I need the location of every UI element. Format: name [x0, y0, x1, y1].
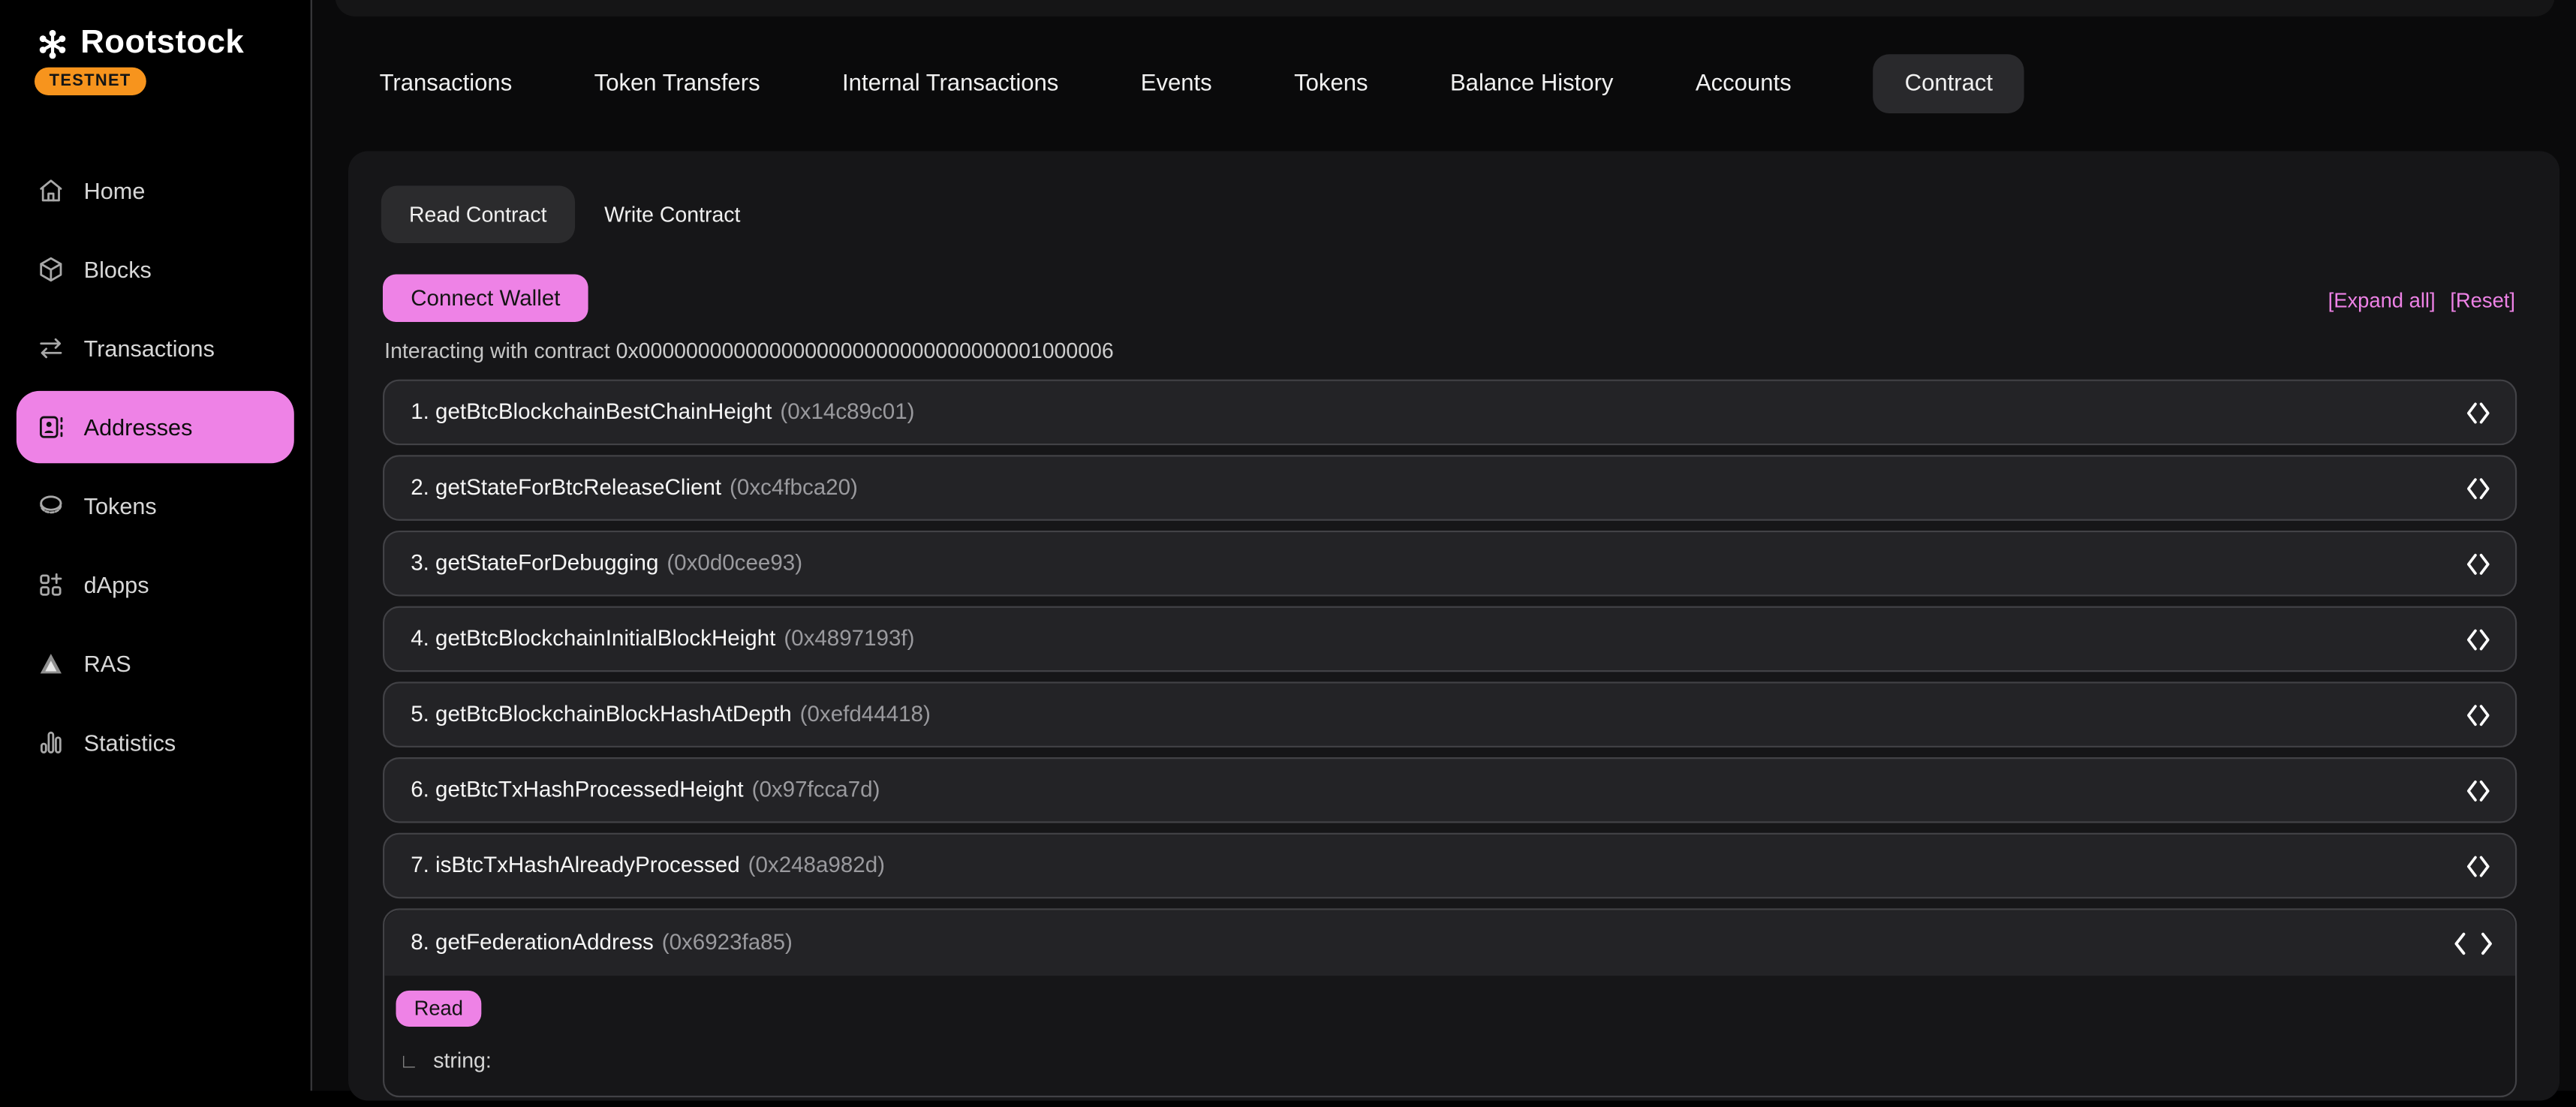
function-name: 5. getBtcBlockchainBlockHashAtDepth [411, 702, 792, 726]
sidebar: Rootstock TESTNET Home Blocks [0, 0, 312, 1090]
tab-token-transfers[interactable]: Token Transfers [594, 71, 760, 97]
function-row-8[interactable]: 8. getFederationAddress (0x6923fa85) [384, 910, 2515, 976]
sidebar-item-label: Blocks [84, 256, 152, 282]
function-signature: (0x0d0cee93) [667, 550, 802, 575]
output-line: ∟ string: [399, 1048, 2493, 1072]
function-signature: (0x4897193f) [784, 626, 914, 651]
tab-balance-history[interactable]: Balance History [1450, 71, 1613, 97]
expand-all-link[interactable]: [Expand all] [2328, 289, 2436, 312]
sidebar-item-blocks[interactable]: Blocks [17, 233, 294, 305]
rootstock-logo[interactable]: Rootstock [35, 25, 244, 62]
reset-link[interactable]: [Reset] [2450, 289, 2515, 312]
contract-subtabs: Read Contract Write Contract [381, 185, 741, 243]
read-button[interactable]: Read [396, 991, 481, 1027]
function-row-2[interactable]: 2. getStateForBtcReleaseClient (0xc4fbca2… [383, 455, 2517, 521]
sidebar-item-tokens[interactable]: Tokens [17, 470, 294, 542]
sidebar-item-label: RAS [84, 651, 131, 677]
sidebar-item-label: dApps [84, 572, 149, 598]
sidebar-item-label: Tokens [84, 493, 157, 519]
sidebar-item-statistics[interactable]: Statistics [17, 706, 294, 778]
addresses-icon [36, 412, 65, 441]
tab-read-contract[interactable]: Read Contract [381, 185, 575, 243]
sidebar-item-dapps[interactable]: dApps [17, 549, 294, 621]
function-row-4[interactable]: 4. getBtcBlockchainInitialBlockHeight (0x… [383, 606, 2517, 672]
function-name: 6. getBtcTxHashProcessedHeight [411, 777, 743, 802]
function-signature: (0x248a982d) [748, 853, 885, 877]
code-icon[interactable] [2463, 551, 2494, 576]
sidebar-item-label: Statistics [84, 729, 176, 756]
tab-contract[interactable]: Contract [1873, 54, 2024, 113]
ras-icon [36, 649, 65, 678]
rootstock-logo-icon [35, 26, 71, 62]
tab-bar: Transactions Token Transfers Internal Tr… [380, 51, 2024, 117]
function-name: 2. getStateForBtcReleaseClient [411, 475, 721, 500]
interacting-label: Interacting with contract [384, 338, 610, 363]
sidebar-item-label: Transactions [84, 335, 215, 362]
function-signature: (0x6923fa85) [662, 930, 793, 955]
function-signature: (0xefd44418) [800, 702, 931, 726]
tab-internal-transactions[interactable]: Internal Transactions [842, 71, 1058, 97]
code-icon[interactable] [2463, 853, 2494, 878]
function-row-3[interactable]: 3. getStateForDebugging (0x0d0cee93) [383, 531, 2517, 597]
sidebar-item-ras[interactable]: RAS [17, 627, 294, 699]
function-signature: (0x14c89c01) [780, 399, 914, 424]
statistics-icon [36, 728, 65, 757]
sidebar-nav: Home Blocks Transactions [0, 155, 311, 785]
function-signature: (0x97fcca7d) [752, 777, 880, 802]
sidebar-item-addresses[interactable]: Addresses [17, 391, 294, 463]
function-row-6[interactable]: 6. getBtcTxHashProcessedHeight (0x97fcca7… [383, 757, 2517, 823]
function-name: 8. getFederationAddress [411, 930, 654, 955]
tab-write-contract[interactable]: Write Contract [604, 202, 740, 227]
contract-card: Read Contract Write Contract Connect Wal… [348, 151, 2559, 1100]
interacting-line: Interacting with contract 0x000000000000… [384, 338, 1114, 363]
function-row-5[interactable]: 5. getBtcBlockchainBlockHashAtDepth (0xef… [383, 681, 2517, 748]
main-area: Transactions Token Transfers Internal Tr… [314, 0, 2576, 1090]
logo-text: Rootstock [80, 25, 244, 62]
contract-address: 0x00000000000000000000000000000000010000… [616, 338, 1114, 363]
sidebar-item-label: Addresses [84, 414, 193, 441]
previous-card-bottom [336, 0, 2555, 17]
function-row-7[interactable]: 7. isBtcTxHashAlreadyProcessed (0x248a982… [383, 833, 2517, 899]
blocks-icon [36, 254, 65, 284]
transactions-icon [36, 333, 65, 362]
output-type-label: string: [433, 1048, 491, 1072]
sidebar-item-home[interactable]: Home [17, 155, 294, 227]
testnet-badge: TESTNET [35, 68, 146, 95]
connect-wallet-button[interactable]: Connect Wallet [383, 275, 588, 322]
code-icon-expanded[interactable] [2453, 931, 2494, 955]
sidebar-item-label: Home [84, 177, 146, 203]
function-signature: (0xc4fbca20) [730, 475, 858, 500]
code-icon[interactable] [2463, 476, 2494, 501]
dapps-icon [36, 570, 65, 600]
code-icon[interactable] [2463, 400, 2494, 425]
sidebar-item-transactions[interactable]: Transactions [17, 312, 294, 384]
tokens-icon [36, 491, 65, 520]
function-name: 1. getBtcBlockchainBestChainHeight [411, 399, 772, 424]
code-icon[interactable] [2463, 702, 2494, 727]
function-list: 1. getBtcBlockchainBestChainHeight (0x14c… [383, 380, 2517, 1107]
function-row-8-expanded: 8. getFederationAddress (0x6923fa85) Read… [383, 908, 2517, 1097]
tab-accounts[interactable]: Accounts [1696, 71, 1792, 97]
tab-transactions[interactable]: Transactions [380, 71, 513, 97]
home-icon [36, 176, 65, 205]
page: Rootstock TESTNET Home Blocks [0, 0, 2576, 1090]
tab-events[interactable]: Events [1141, 71, 1212, 97]
output-corner-glyph: ∟ [399, 1049, 419, 1072]
tab-tokens[interactable]: Tokens [1294, 71, 1368, 97]
code-icon[interactable] [2463, 627, 2494, 651]
function-name: 3. getStateForDebugging [411, 550, 658, 575]
function-name: 7. isBtcTxHashAlreadyProcessed [411, 853, 740, 877]
function-name: 4. getBtcBlockchainInitialBlockHeight [411, 626, 775, 651]
function-body: Read ∟ string: [384, 976, 2515, 1096]
function-row-1[interactable]: 1. getBtcBlockchainBestChainHeight (0x14c… [383, 380, 2517, 446]
list-controls: [Expand all] [Reset] [2328, 289, 2515, 312]
code-icon[interactable] [2463, 778, 2494, 802]
